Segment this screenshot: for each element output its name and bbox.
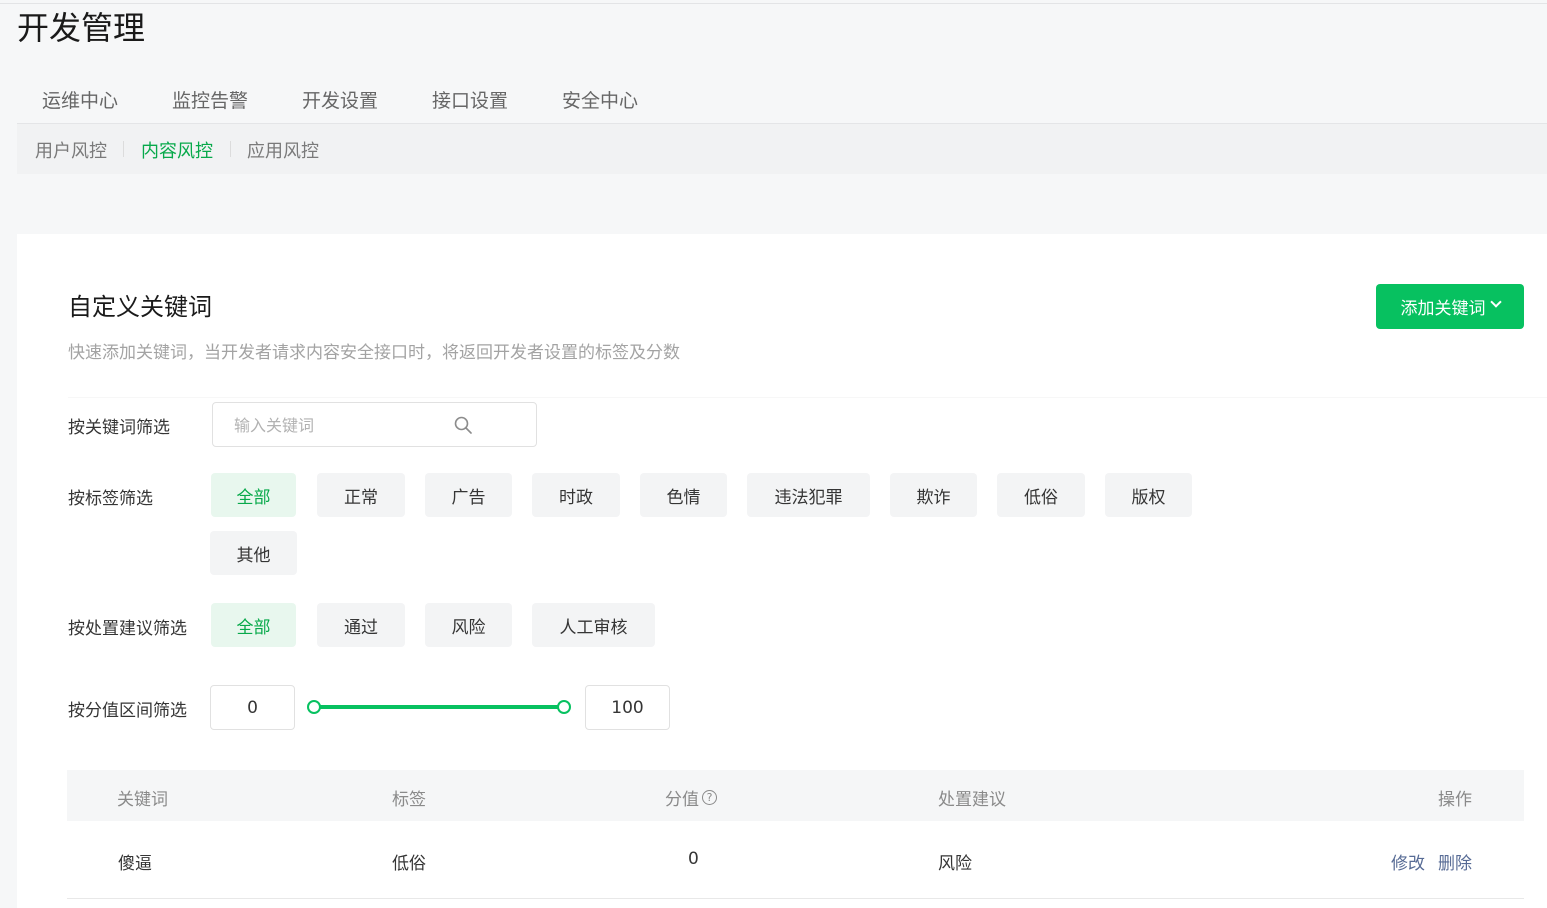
section-divider xyxy=(68,397,1547,398)
tag-chip-vulgar[interactable]: 低俗 xyxy=(997,473,1085,517)
section-title: 自定义关键词 xyxy=(68,293,212,321)
add-keyword-label: 添加关键词 xyxy=(1400,299,1486,319)
suggestion-chip-manual-review[interactable]: 人工审核 xyxy=(532,603,655,647)
cell-score: 0 xyxy=(688,849,699,869)
header-tag: 标签 xyxy=(392,790,426,810)
sub-nav: 用户风控 内容风控 应用风控 xyxy=(17,124,1547,174)
tab-api-settings[interactable]: 接口设置 xyxy=(432,86,508,113)
tag-chip-ad[interactable]: 广告 xyxy=(425,473,512,517)
tag-chip-all[interactable]: 全部 xyxy=(211,473,296,517)
subnav-separator xyxy=(230,141,231,157)
subnav-user-risk[interactable]: 用户风控 xyxy=(35,137,107,163)
tag-chip-politics[interactable]: 时政 xyxy=(532,473,620,517)
suggestion-filter-label: 按处置建议筛选 xyxy=(68,619,187,639)
keyword-search-input[interactable] xyxy=(234,414,464,436)
tab-dev-settings[interactable]: 开发设置 xyxy=(302,86,378,113)
tag-chip-porn[interactable]: 色情 xyxy=(640,473,727,517)
score-min-input[interactable]: 0 xyxy=(210,685,295,730)
suggestion-chip-risk[interactable]: 风险 xyxy=(425,603,512,647)
section-description: 快速添加关键词，当开发者请求内容安全接口时，将返回开发者设置的标签及分数 xyxy=(68,343,680,363)
suggestion-chip-all[interactable]: 全部 xyxy=(211,603,296,647)
tab-monitoring-alerts[interactable]: 监控告警 xyxy=(172,86,248,113)
tag-chip-copyright[interactable]: 版权 xyxy=(1105,473,1192,517)
top-divider xyxy=(0,3,1547,4)
subnav-app-risk[interactable]: 应用风控 xyxy=(247,137,319,163)
tag-chip-fraud[interactable]: 欺诈 xyxy=(890,473,977,517)
tab-ops-center[interactable]: 运维中心 xyxy=(42,86,118,113)
cell-keyword: 傻逼 xyxy=(118,854,152,874)
search-icon[interactable] xyxy=(454,416,472,434)
chevron-down-icon xyxy=(1489,295,1502,308)
header-actions: 操作 xyxy=(1438,790,1472,810)
keyword-search-box[interactable] xyxy=(212,402,537,447)
subnav-content-risk[interactable]: 内容风控 xyxy=(141,137,213,163)
table-header: 关键词 标签 分值 ? 处置建议 操作 xyxy=(67,770,1524,821)
page-title: 开发管理 xyxy=(17,9,146,47)
cell-tag: 低俗 xyxy=(392,854,426,874)
score-filter-label: 按分值区间筛选 xyxy=(68,701,187,721)
main-tabs: 运维中心 监控告警 开发设置 接口设置 安全中心 xyxy=(17,74,1547,124)
add-keyword-button[interactable]: 添加关键词 xyxy=(1376,284,1524,329)
table-row: 傻逼 低俗 0 风险 修改 删除 xyxy=(67,821,1524,899)
score-range-track[interactable] xyxy=(314,705,564,709)
cell-suggestion: 风险 xyxy=(938,854,972,874)
score-max-handle[interactable] xyxy=(557,700,571,714)
keyword-filter-label: 按关键词筛选 xyxy=(68,418,170,438)
subnav-separator xyxy=(123,141,124,157)
edit-link[interactable]: 修改 xyxy=(1391,849,1425,874)
suggestion-chip-pass[interactable]: 通过 xyxy=(317,603,405,647)
tab-security-center[interactable]: 安全中心 xyxy=(562,86,638,113)
tag-chip-other[interactable]: 其他 xyxy=(210,531,297,575)
content-card: 自定义关键词 快速添加关键词，当开发者请求内容安全接口时，将返回开发者设置的标签… xyxy=(17,234,1547,908)
tag-filter-label: 按标签筛选 xyxy=(68,489,153,509)
tag-chip-illegal[interactable]: 违法犯罪 xyxy=(747,473,870,517)
help-circle-icon[interactable]: ? xyxy=(702,790,717,805)
score-max-input[interactable]: 100 xyxy=(585,685,670,730)
tag-chip-normal[interactable]: 正常 xyxy=(317,473,405,517)
header-suggestion: 处置建议 xyxy=(938,790,1006,810)
header-score-label: 分值 xyxy=(665,790,699,810)
score-min-handle[interactable] xyxy=(307,700,321,714)
header-keyword: 关键词 xyxy=(117,790,168,810)
header-score: 分值 ? xyxy=(665,785,717,810)
delete-link[interactable]: 删除 xyxy=(1438,849,1472,874)
